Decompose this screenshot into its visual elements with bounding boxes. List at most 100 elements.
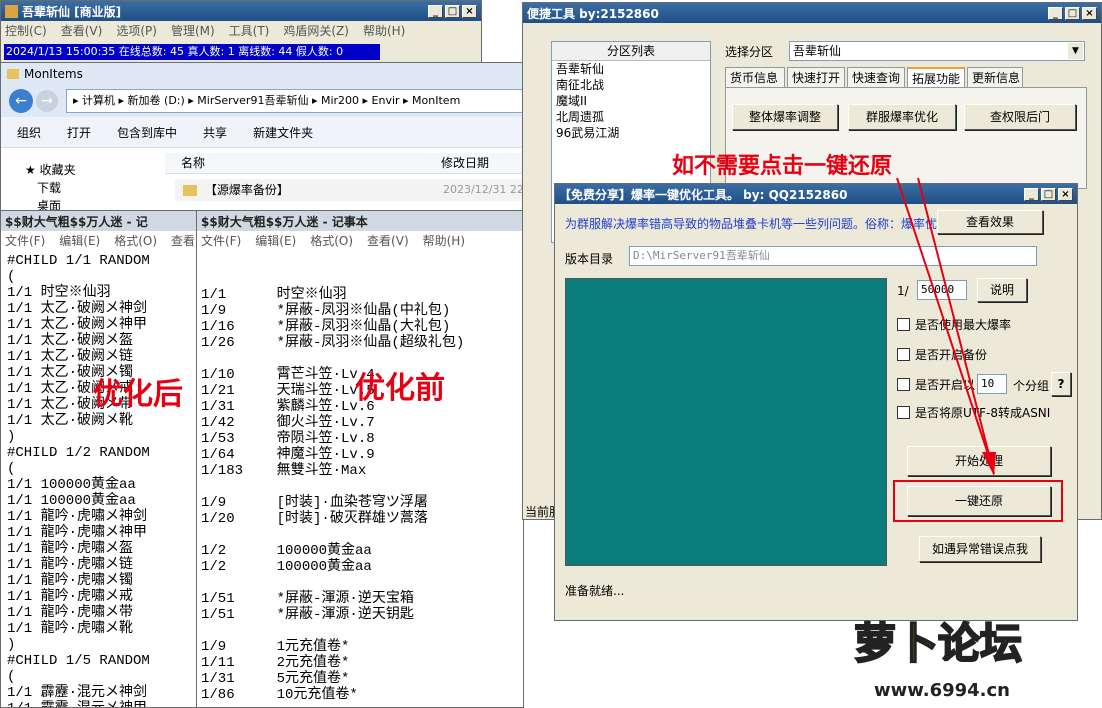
column-date[interactable]: 修改日期 [441, 153, 489, 173]
explorer-window: MonItems ← → ▸ 计算机 ▸ 新加卷 (D:) ▸ MirServe… [0, 62, 524, 212]
nav-downloads[interactable]: 下载 [37, 179, 61, 196]
menu-item[interactable]: 文件(F) [5, 232, 45, 249]
overlay-after-label: 优化后 [93, 377, 183, 412]
chevron-down-icon[interactable]: ▼ [1068, 43, 1083, 59]
ratio-prefix: 1/ [897, 284, 909, 298]
optimizer-title: 【免费分享】爆率一键优化工具。 by: QQ2152860 [559, 187, 848, 202]
menu-item[interactable]: 编辑(E) [255, 232, 296, 249]
notepad-right-menu: 文件(F) 编辑(E) 格式(O) 查看(V) 帮助(H) [197, 231, 523, 249]
notepad-left-text[interactable]: #CHILD 1/1 RANDOM ( 1/1 时空※仙羽 1/1 太乙·破阙メ… [7, 253, 150, 707]
explorer-title-bar: MonItems [1, 63, 523, 85]
quick-tool-title: 便捷工具 by:2152860 [527, 6, 659, 21]
optimizer-status: 准备就绪... [565, 584, 625, 598]
partition-select-value: 吾辈斩仙 [793, 44, 842, 58]
partition-item[interactable]: 魔域II [556, 93, 710, 109]
restore-annotation: 如不需要点击一键还原 [672, 154, 893, 179]
menu-item[interactable]: 格式(O) [310, 232, 353, 249]
option-backup[interactable]: 是否开启备份 [897, 346, 987, 363]
notepad-left-window: $$财大气粗$$万人迷 - 记 文件(F) 编辑(E) 格式(O) 查看 #CHILD… [0, 210, 200, 708]
toolbar-button[interactable]: 组织 [17, 124, 41, 141]
checkbox[interactable] [897, 348, 910, 361]
option-convert[interactable]: 是否将原UTF-8转成ASNI [897, 404, 1050, 421]
menu-item[interactable]: 鸡盾网关(Z) [283, 22, 349, 39]
option-backup-label: 是否开启备份 [915, 348, 988, 362]
partition-select[interactable]: 吾辈斩仙 ▼ [789, 41, 1085, 61]
report-error-button[interactable]: 如遇异常错误点我 [919, 536, 1041, 562]
close-button[interactable]: × [1058, 187, 1073, 201]
maximize-button[interactable]: □ [1065, 6, 1080, 20]
menu-item[interactable]: 帮助(H) [423, 232, 465, 249]
minimize-button[interactable]: _ [1048, 6, 1063, 20]
server-status-line: 2024/1/13 15:00:35 在线总数: 45 真人数: 1 离线数: … [4, 44, 380, 60]
check-backdoor-button[interactable]: 查权限后门 [964, 104, 1076, 130]
checkbox[interactable] [897, 318, 910, 331]
partition-item[interactable]: 吾辈斩仙 [556, 61, 710, 77]
checkbox[interactable] [897, 378, 910, 391]
group-drop-optimize-button[interactable]: 群服爆率优化 [848, 104, 956, 130]
maximize-button[interactable]: □ [445, 4, 460, 18]
maximize-button[interactable]: □ [1041, 187, 1056, 201]
minimize-button[interactable]: _ [428, 4, 443, 18]
menu-item[interactable]: 控制(C) [5, 22, 47, 39]
nav-favorites[interactable]: ★ 收藏夹 [25, 161, 76, 178]
menu-item[interactable]: 帮助(H) [363, 22, 405, 39]
menu-item[interactable]: 查看(V) [61, 22, 103, 39]
tab-2[interactable]: 快速打开 [787, 67, 845, 87]
file-name: 【源爆率备份】 [204, 183, 289, 197]
forward-icon[interactable]: → [36, 90, 58, 112]
toolbar-button[interactable]: 新建文件夹 [253, 124, 313, 141]
start-button[interactable]: 开始处理 [907, 446, 1051, 476]
menu-item[interactable]: 选项(P) [116, 22, 157, 39]
address-bar[interactable]: ▸ 计算机 ▸ 新加卷 (D:) ▸ MirServer91吾辈斩仙 ▸ Mir… [66, 89, 523, 113]
tab-5[interactable]: 更新信息 [967, 67, 1023, 87]
watermark-logo: 萝卜论坛 [853, 618, 1023, 669]
toolbar-button[interactable]: 包含到库中 [117, 124, 177, 141]
tab-1[interactable]: 货币信息 [725, 67, 785, 87]
help-button[interactable]: ? [1051, 372, 1071, 396]
address-row: ← → ▸ 计算机 ▸ 新加卷 (D:) ▸ MirServer91吾辈斩仙 ▸… [1, 85, 523, 117]
ratio-input[interactable]: 50000 [917, 280, 967, 300]
group-count-input[interactable]: 10 [977, 374, 1007, 394]
toolbar-button[interactable]: 打开 [67, 124, 91, 141]
explain-button[interactable]: 说明 [977, 278, 1027, 302]
watermark: 萝卜论坛 www.6994.cn [848, 610, 1098, 706]
checkbox[interactable] [897, 406, 910, 419]
server-title: 吾辈斩仙 [商业版] [22, 4, 122, 19]
minimize-button[interactable]: _ [1024, 187, 1039, 201]
tab-3[interactable]: 快速查询 [847, 67, 905, 87]
notepad-left-menu: 文件(F) 编辑(E) 格式(O) 查看 [1, 231, 199, 249]
toolbar-button[interactable]: 共享 [203, 124, 227, 141]
tab-4[interactable]: 拓展功能 [907, 67, 965, 87]
file-row[interactable]: 【源爆率备份】 2023/12/31 22 [175, 179, 524, 201]
menu-item[interactable]: 管理(M) [171, 22, 215, 39]
menu-item[interactable]: 查看(V) [367, 232, 409, 249]
menu-item[interactable]: 格式(O) [114, 232, 157, 249]
group-suffix: 个分组 [1013, 379, 1050, 393]
folder-icon [183, 185, 197, 196]
restore-button[interactable]: 一键还原 [907, 486, 1051, 516]
option-group[interactable]: 是否开启以 [897, 376, 975, 393]
back-icon[interactable]: ← [9, 89, 33, 113]
menu-item[interactable]: 查看 [171, 232, 195, 249]
nav-downloads-label: 下载 [37, 181, 62, 195]
column-name[interactable]: 名称 [181, 153, 205, 173]
optimizer-description: 为群服解决爆率错高导致的物品堆叠卡机等一些列问题。俗称：爆率优化 [565, 217, 950, 231]
partition-item[interactable]: 南征北战 [556, 77, 710, 93]
notepad-right-text[interactable]: 1/1 时空※仙羽 1/9 *屏蔽-凤羽※仙晶(中礼包) 1/16 *屏蔽-凤羽… [201, 271, 464, 703]
partition-item[interactable]: 北周遗孤 [556, 109, 710, 125]
partition-item[interactable]: 96武易江湖 [556, 125, 710, 141]
optimizer-title-bar: 【免费分享】爆率一键优化工具。 by: QQ2152860 _ □ × [555, 184, 1077, 204]
menu-item[interactable]: 文件(F) [201, 232, 241, 249]
file-date: 2023/12/31 22 [443, 183, 524, 196]
close-button[interactable]: × [1082, 6, 1097, 20]
notepad-left-title-bar: $$财大气粗$$万人迷 - 记 [1, 211, 199, 231]
option-max-rate[interactable]: 是否使用最大爆率 [897, 316, 1011, 333]
view-effect-button[interactable]: 查看效果 [937, 210, 1043, 234]
menu-item[interactable]: 编辑(E) [59, 232, 100, 249]
quick-tool-title-bar: 便捷工具 by:2152860 _ □ × [523, 3, 1101, 23]
overall-drop-rate-button[interactable]: 整体爆率调整 [732, 104, 838, 130]
menu-item[interactable]: 工具(T) [229, 22, 270, 39]
version-path-field[interactable]: D:\MirServer91吾辈斩仙 [629, 246, 1037, 266]
partition-list-header: 分区列表 [552, 42, 710, 61]
close-button[interactable]: × [462, 4, 477, 18]
